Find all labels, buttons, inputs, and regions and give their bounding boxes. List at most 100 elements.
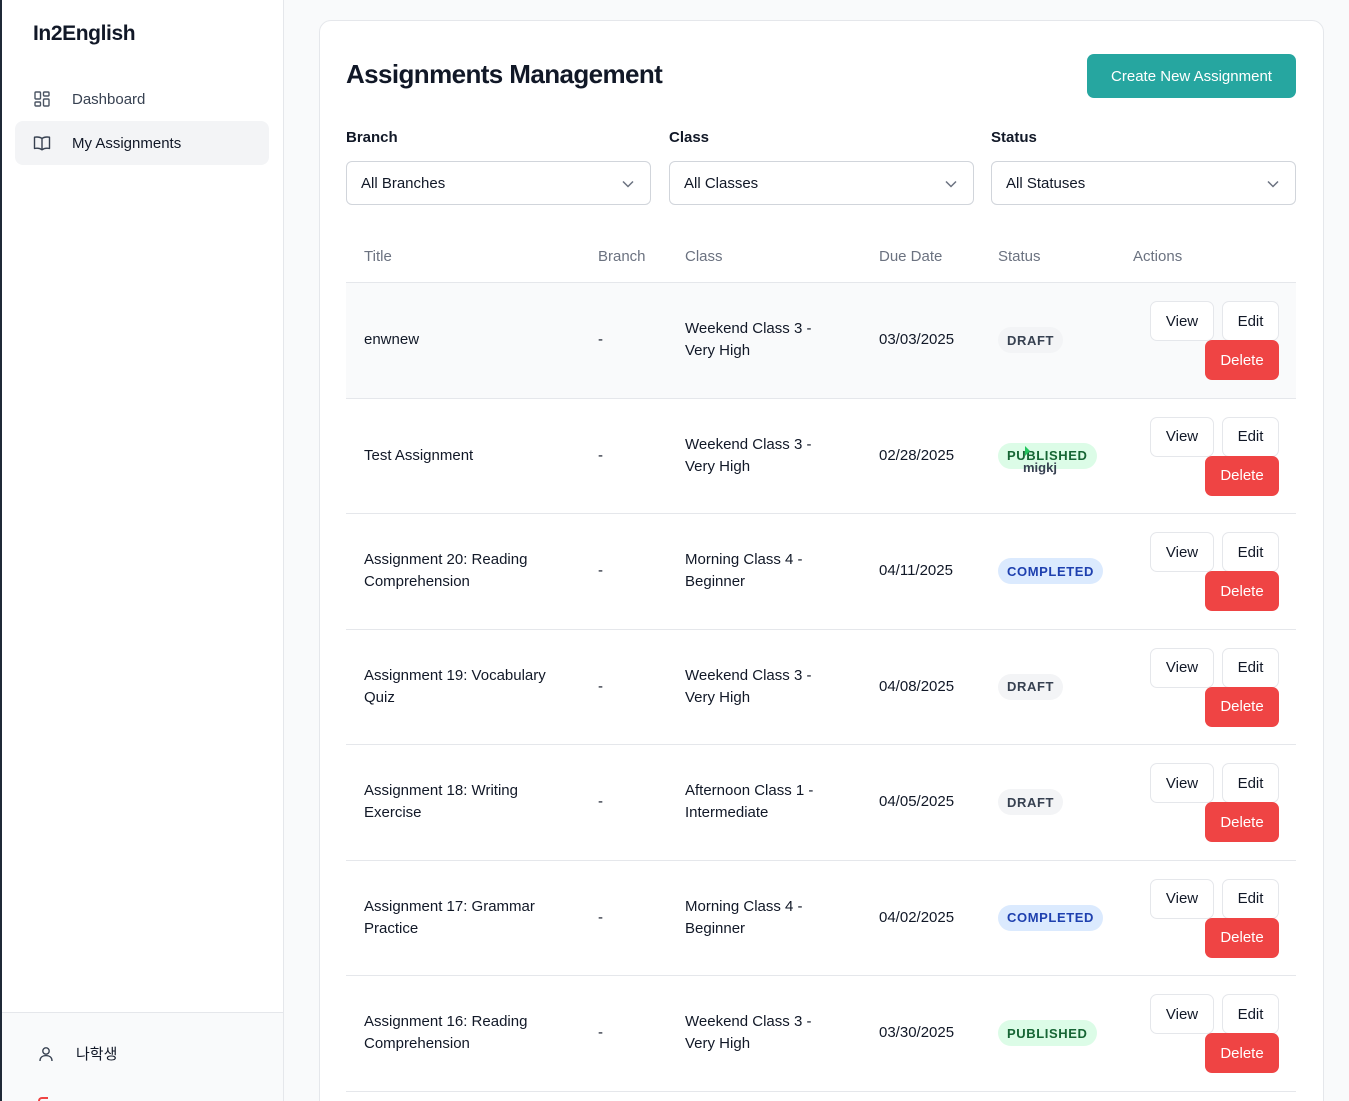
assignment-class-line: Weekend Class 3 - xyxy=(685,435,812,453)
edit-button[interactable]: Edit xyxy=(1222,878,1279,919)
edit-button[interactable]: Edit xyxy=(1222,763,1279,803)
delete-button[interactable]: Delete xyxy=(1205,802,1279,842)
assignment-title: enwnew xyxy=(364,329,419,351)
assignment-title-line: Assignment 19: Vocabulary xyxy=(364,666,546,684)
assignment-due-date: 04/11/2025 xyxy=(879,562,953,580)
assignment-class-line: Weekend Class 3 - xyxy=(685,1013,812,1031)
overlay-text: migkj xyxy=(1023,459,1057,475)
chevron-down-icon xyxy=(622,175,634,192)
sidebar-item-my-assignments[interactable]: My Assignments xyxy=(15,121,269,165)
assignment-class-line: Intermediate xyxy=(685,804,769,822)
assignment-branch: - xyxy=(598,908,603,926)
assignment-class-line: Morning Class 4 - xyxy=(685,551,803,569)
assignment-class-line: Very High xyxy=(685,457,751,475)
assignments-card: Assignments Management Create New Assign… xyxy=(319,20,1324,1101)
sidebar: In2English Dashboard My Assignments 나학생 xyxy=(2,0,284,1101)
assignment-title: Assignment 19: Vocabulary Quiz xyxy=(364,665,546,709)
assignment-title-line: Comprehension xyxy=(364,1035,470,1053)
view-button[interactable]: View xyxy=(1150,532,1214,572)
assignment-due-date: 04/08/2025 xyxy=(879,677,955,695)
class-filter: Class All Classes xyxy=(669,129,974,205)
status-badge: COMPLETED xyxy=(998,558,1104,585)
assignment-class: Afternoon Class 1 - Intermediate xyxy=(685,780,813,824)
column-class: Class xyxy=(685,248,723,265)
chevron-down-icon xyxy=(1267,175,1279,192)
assignment-due-date: 04/05/2025 xyxy=(879,793,955,811)
class-select[interactable]: All Classes xyxy=(669,161,974,205)
edit-button[interactable]: Edit xyxy=(1222,416,1279,457)
assignment-class-line: Morning Class 4 - xyxy=(685,897,803,915)
sidebar-item-label: My Assignments xyxy=(72,134,182,152)
assignment-title-line: Assignment 18: Writing xyxy=(364,782,518,800)
user-icon xyxy=(37,1045,55,1063)
delete-button[interactable]: Delete xyxy=(1205,340,1279,380)
assignment-class-line: Very High xyxy=(685,342,751,360)
assignment-due-date: 03/30/2025 xyxy=(879,1024,955,1042)
grid-icon xyxy=(33,90,51,108)
table-row: Test Assignment - Weekend Class 3 - Very Hi… xyxy=(346,399,1296,514)
view-button[interactable]: View xyxy=(1150,416,1214,457)
status-badge: DRAFT xyxy=(998,789,1064,816)
user-name: 나학생 xyxy=(76,1046,118,1063)
view-button[interactable]: View xyxy=(1150,647,1214,688)
delete-button[interactable]: Delete xyxy=(1205,1033,1279,1073)
status-filter-label: Status xyxy=(991,129,1037,146)
cursor-marker xyxy=(1025,445,1030,456)
sidebar-item-dashboard[interactable]: Dashboard xyxy=(15,77,269,121)
table-row: Assignment 17: Grammar Practice - Morning C… xyxy=(346,861,1296,976)
assignment-title: Assignment 18: Writing Exercise xyxy=(364,780,518,824)
assignment-due-date: 04/02/2025 xyxy=(879,908,955,926)
edit-button[interactable]: Edit xyxy=(1222,647,1279,688)
assignment-title: Assignment 16: Reading Comprehension xyxy=(364,1011,527,1055)
page-title: Assignments Management xyxy=(346,59,663,89)
table-row: Assignment 19: Vocabulary Quiz - Weekend Cl… xyxy=(346,630,1296,745)
user-profile[interactable]: 나학생 xyxy=(37,1043,117,1064)
assignment-title-line: enwnew xyxy=(364,331,420,349)
delete-button[interactable]: Delete xyxy=(1205,917,1279,958)
assignment-class: Weekend Class 3 - Very High xyxy=(685,434,811,478)
status-select-value: All Statuses xyxy=(1006,174,1086,192)
table-body: enwnew - Weekend Class 3 - Very High 03/03/2… xyxy=(346,283,1296,1092)
column-branch: Branch xyxy=(598,248,646,265)
edit-button[interactable]: Edit xyxy=(1222,532,1279,572)
column-title: Title xyxy=(364,248,392,265)
assignment-class-line: Very High xyxy=(685,1035,751,1053)
status-select[interactable]: All Statuses xyxy=(991,161,1296,205)
assignment-title-line: Comprehension xyxy=(364,573,470,591)
create-assignment-button[interactable]: Create New Assignment xyxy=(1087,54,1296,98)
branch-select-value: All Branches xyxy=(361,174,446,192)
assignment-title-line: Exercise xyxy=(364,804,422,822)
assignment-class-line: Beginner xyxy=(685,573,746,591)
assignment-title: Assignment 17: Grammar Practice xyxy=(364,896,535,940)
assignment-class: Weekend Class 3 - Very High xyxy=(685,1011,811,1055)
assignment-title-line: Practice xyxy=(364,919,419,937)
app-logo: In2English xyxy=(33,22,136,45)
assignment-due-date: 03/03/2025 xyxy=(879,331,955,349)
assignment-title-line: Test Assignment xyxy=(364,446,474,464)
table-row: enwnew - Weekend Class 3 - Very High 03/03/2… xyxy=(346,283,1296,399)
view-button[interactable]: View xyxy=(1150,994,1214,1034)
assignment-branch: - xyxy=(598,1024,603,1042)
logout-icon[interactable] xyxy=(38,1097,48,1101)
assignment-branch: - xyxy=(598,446,603,464)
assignment-class: Morning Class 4 - Beginner xyxy=(685,896,803,940)
assignment-class: Morning Class 4 - Beginner xyxy=(685,549,803,593)
edit-button[interactable]: Edit xyxy=(1222,994,1279,1034)
assignment-title-line: Assignment 17: Grammar xyxy=(364,897,535,915)
assignment-title-line: Assignment 20: Reading xyxy=(364,551,528,569)
edit-button[interactable]: Edit xyxy=(1222,301,1279,341)
delete-button[interactable]: Delete xyxy=(1205,571,1279,611)
assignment-class-line: Weekend Class 3 - xyxy=(685,320,812,338)
view-button[interactable]: View xyxy=(1150,301,1214,341)
delete-button[interactable]: Delete xyxy=(1205,686,1279,727)
assignment-class: Weekend Class 3 - Very High xyxy=(685,318,811,362)
view-button[interactable]: View xyxy=(1150,763,1214,803)
delete-button[interactable]: Delete xyxy=(1205,455,1279,496)
sidebar-item-label: Dashboard xyxy=(72,90,146,108)
assignment-branch: - xyxy=(598,793,603,811)
branch-filter-label: Branch xyxy=(346,129,398,146)
view-button[interactable]: View xyxy=(1150,878,1214,919)
table-row: Assignment 20: Reading Comprehension - Morn… xyxy=(346,514,1296,630)
branch-filter: Branch All Branches xyxy=(346,129,651,205)
branch-select[interactable]: All Branches xyxy=(346,161,651,205)
